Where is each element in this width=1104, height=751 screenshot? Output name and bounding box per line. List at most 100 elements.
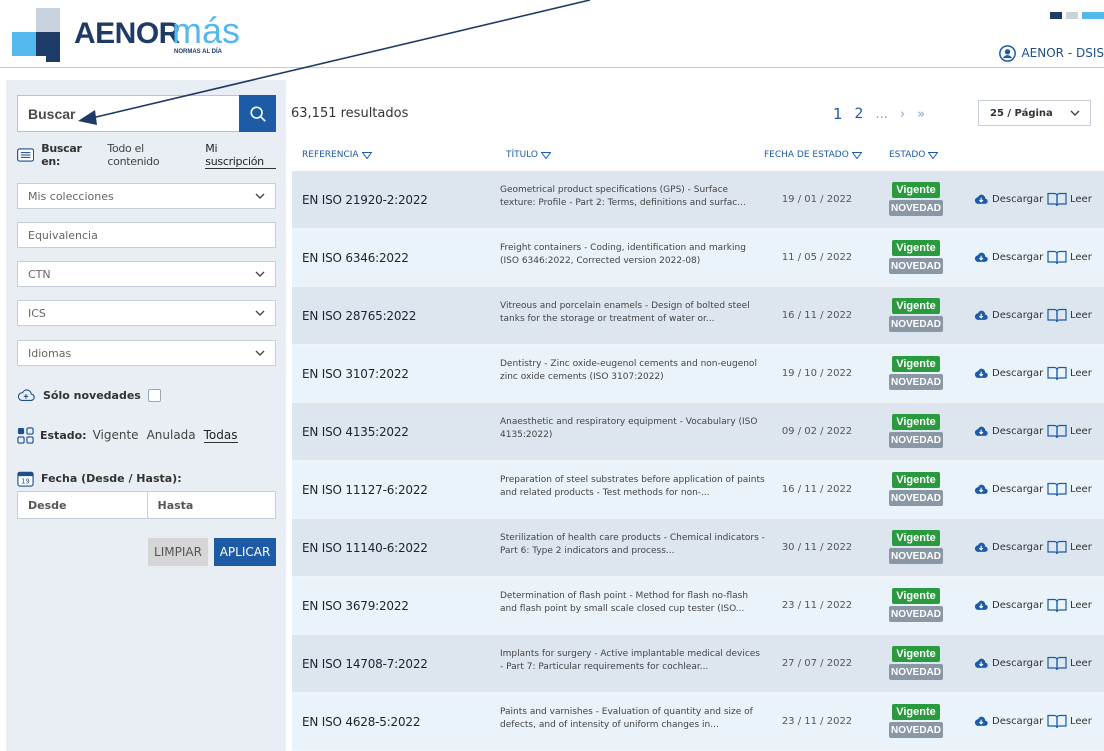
chevron-down-icon bbox=[255, 271, 265, 277]
table-row[interactable]: EN ISO 11140-6:2022 Sterilization of heal… bbox=[292, 519, 1104, 577]
equivalence-input-label: Equivalencia bbox=[28, 228, 98, 242]
search-box bbox=[17, 95, 276, 132]
search-input[interactable] bbox=[18, 96, 241, 131]
table-row[interactable]: EN ISO 21920-2:2022 Geometrical product s… bbox=[292, 171, 1104, 229]
row-reference[interactable]: EN ISO 11140-6:2022 bbox=[302, 541, 428, 555]
header-deco-light bbox=[1082, 12, 1104, 19]
read-label: Leer bbox=[1070, 715, 1092, 727]
calendar-day: 19 bbox=[21, 477, 29, 485]
download-link[interactable]: Descargar bbox=[974, 540, 1043, 554]
cloud-download-icon bbox=[974, 484, 988, 494]
status-badge: Vigente bbox=[892, 704, 940, 720]
new-badge: NOVEDAD bbox=[889, 722, 943, 738]
logo-name: AENOR bbox=[74, 17, 180, 50]
row-reference[interactable]: EN ISO 4628-5:2022 bbox=[302, 715, 420, 729]
download-link[interactable]: Descargar bbox=[974, 424, 1043, 438]
sort-down-icon bbox=[541, 151, 552, 159]
download-link[interactable]: Descargar bbox=[974, 482, 1043, 496]
read-link[interactable]: Leer bbox=[1047, 191, 1092, 207]
table-row[interactable]: EN ISO 3679:2022 Determination of flash p… bbox=[292, 577, 1104, 635]
column-header-date[interactable]: FECHA DE ESTADO bbox=[764, 150, 862, 160]
column-header-ref[interactable]: REFERENCIA bbox=[302, 150, 372, 160]
book-icon bbox=[1047, 482, 1067, 497]
row-title: Implants for surgery - Active implantabl… bbox=[500, 649, 760, 672]
row-reference[interactable]: EN ISO 28765:2022 bbox=[302, 309, 416, 323]
table-row[interactable]: EN ISO 6346:2022 Freight containers - Cod… bbox=[292, 229, 1104, 287]
ics-select-label: ICS bbox=[28, 306, 46, 320]
row-status-date: 16 / 11 / 2022 bbox=[781, 310, 853, 321]
download-label: Descargar bbox=[992, 425, 1044, 437]
read-link[interactable]: Leer bbox=[1047, 713, 1092, 729]
apply-button[interactable]: APLICAR bbox=[214, 538, 276, 566]
last-page-icon[interactable]: » bbox=[917, 107, 925, 122]
table-row[interactable]: EN ISO 4628-5:2022 Paints and varnishes -… bbox=[292, 693, 1104, 751]
column-header-date-label: FECHA DE ESTADO bbox=[764, 150, 849, 160]
download-link[interactable]: Descargar bbox=[974, 192, 1043, 206]
read-link[interactable]: Leer bbox=[1047, 481, 1092, 497]
table-row[interactable]: EN ISO 3107:2022 Dentistry - Zinc oxide-e… bbox=[292, 345, 1104, 403]
column-header-title[interactable]: TÍTULO bbox=[506, 150, 552, 160]
next-page-icon[interactable]: › bbox=[900, 107, 905, 122]
date-filter-label: Fecha (Desde / Hasta): bbox=[41, 471, 182, 485]
status-badge: Vigente bbox=[892, 588, 940, 604]
only-new-checkbox[interactable] bbox=[147, 388, 161, 402]
download-link[interactable]: Descargar bbox=[974, 598, 1043, 612]
row-reference[interactable]: EN ISO 14708-7:2022 bbox=[302, 657, 428, 671]
collections-select-label: Mis colecciones bbox=[28, 189, 114, 203]
languages-select[interactable]: Idiomas bbox=[17, 340, 276, 366]
read-link[interactable]: Leer bbox=[1047, 539, 1092, 555]
status-option-anulada[interactable]: Anulada bbox=[147, 428, 196, 442]
page-size-select[interactable]: 25 / Página bbox=[978, 100, 1091, 126]
ctn-select[interactable]: CTN bbox=[17, 261, 276, 287]
table-row[interactable]: EN ISO 14708-7:2022 Implants for surgery … bbox=[292, 635, 1104, 693]
date-from-input[interactable] bbox=[18, 492, 147, 518]
download-link[interactable]: Descargar bbox=[974, 250, 1043, 264]
download-link[interactable]: Descargar bbox=[974, 714, 1043, 728]
read-label: Leer bbox=[1070, 541, 1092, 553]
equivalence-input[interactable]: Equivalencia bbox=[17, 222, 276, 248]
row-reference[interactable]: EN ISO 6346:2022 bbox=[302, 251, 409, 265]
cloud-download-icon bbox=[974, 658, 988, 668]
scope-option-subscription[interactable]: Mi suscripción bbox=[205, 142, 276, 169]
new-badge: NOVEDAD bbox=[889, 200, 943, 216]
row-title: Freight containers - Coding, identificat… bbox=[500, 243, 746, 266]
download-link[interactable]: Descargar bbox=[974, 656, 1043, 670]
book-icon bbox=[1047, 714, 1067, 729]
read-label: Leer bbox=[1070, 367, 1092, 379]
pagination: 1 2 ... › » bbox=[833, 104, 937, 124]
aenor-logo[interactable]: AENOR más NORMAS AL DÍA bbox=[12, 8, 252, 64]
page-2[interactable]: 2 bbox=[855, 106, 864, 122]
ics-select[interactable]: ICS bbox=[17, 300, 276, 326]
row-reference[interactable]: EN ISO 3107:2022 bbox=[302, 367, 409, 381]
row-title: Paints and varnishes - Evaluation of qua… bbox=[500, 707, 753, 730]
row-title: Sterilization of health care products - … bbox=[500, 533, 765, 556]
download-link[interactable]: Descargar bbox=[974, 308, 1043, 322]
clear-button[interactable]: LIMPIAR bbox=[148, 538, 208, 566]
read-link[interactable]: Leer bbox=[1047, 249, 1092, 265]
status-option-vigente[interactable]: Vigente bbox=[93, 428, 139, 442]
search-button[interactable] bbox=[239, 95, 276, 132]
status-option-todas[interactable]: Todas bbox=[203, 428, 238, 443]
column-header-status[interactable]: ESTADO bbox=[889, 150, 939, 160]
read-link[interactable]: Leer bbox=[1047, 597, 1092, 613]
only-new-label: Sólo novedades bbox=[43, 388, 141, 402]
read-link[interactable]: Leer bbox=[1047, 655, 1092, 671]
download-link[interactable]: Descargar bbox=[974, 366, 1043, 380]
cloud-download-icon bbox=[974, 194, 988, 204]
read-link[interactable]: Leer bbox=[1047, 365, 1092, 381]
row-reference[interactable]: EN ISO 3679:2022 bbox=[302, 599, 409, 613]
row-reference[interactable]: EN ISO 21920-2:2022 bbox=[302, 193, 428, 207]
user-menu[interactable]: AENOR - DSIS bbox=[999, 42, 1104, 64]
row-reference[interactable]: EN ISO 11127-6:2022 bbox=[302, 483, 428, 497]
read-link[interactable]: Leer bbox=[1047, 307, 1092, 323]
table-row[interactable]: EN ISO 11127-6:2022 Preparation of steel … bbox=[292, 461, 1104, 519]
read-link[interactable]: Leer bbox=[1047, 423, 1092, 439]
date-to-input[interactable] bbox=[146, 492, 275, 518]
scope-option-all[interactable]: Todo el contenido bbox=[107, 142, 195, 168]
collections-select[interactable]: Mis colecciones bbox=[17, 183, 276, 209]
filter-sidebar: Buscar en: Todo el contenido Mi suscripc… bbox=[6, 80, 286, 751]
table-row[interactable]: EN ISO 4135:2022 Anaesthetic and respirat… bbox=[292, 403, 1104, 461]
page-1[interactable]: 1 bbox=[833, 105, 843, 123]
table-row[interactable]: EN ISO 28765:2022 Vitreous and porcelain … bbox=[292, 287, 1104, 345]
row-reference[interactable]: EN ISO 4135:2022 bbox=[302, 425, 409, 439]
